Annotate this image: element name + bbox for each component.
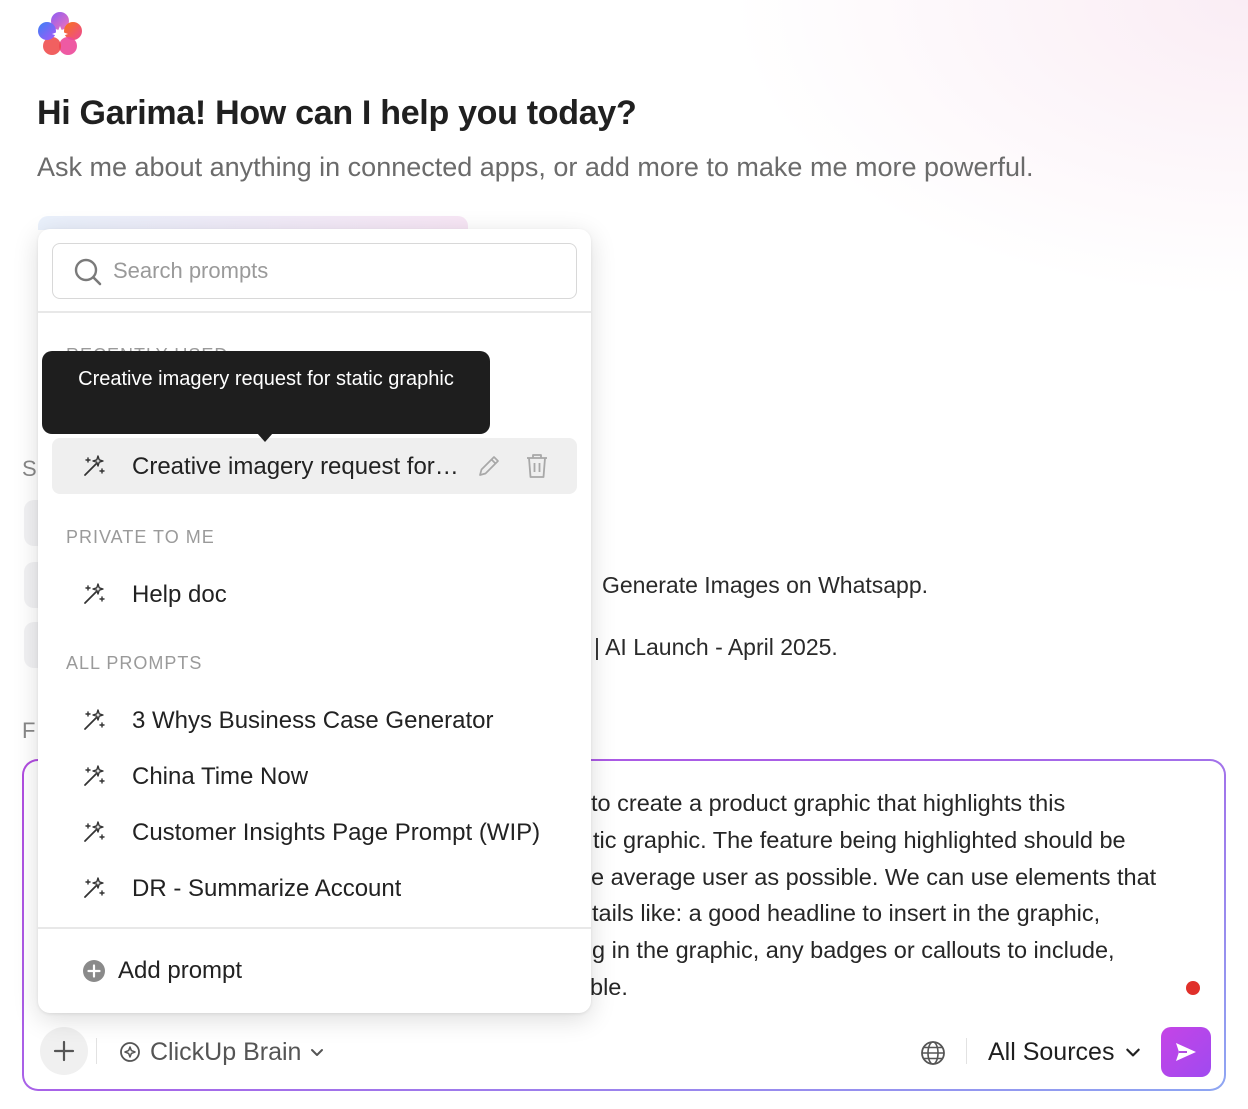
section-heading-fragment: F (22, 718, 36, 743)
message-line: tic graphic. The feature being highlight… (593, 826, 1126, 853)
prompt-item-label: DR - Summarize Account (132, 875, 402, 902)
send-icon (1176, 1043, 1196, 1061)
model-selector-label: ClickUp Brain (150, 1037, 302, 1066)
section-all-prompts: ALL PROMPTS (66, 653, 203, 673)
recording-indicator (1186, 981, 1200, 995)
prompt-sparkle-icon (84, 765, 105, 786)
prompt-item-creative-imagery[interactable]: Creative imagery request for static grap… (52, 438, 577, 494)
prompt-search[interactable] (52, 243, 577, 299)
toolbar-divider (966, 1038, 967, 1064)
suggestion-text[interactable]: | AI Launch - April 2025. (594, 634, 838, 661)
prompt-item-label: Help doc (132, 581, 227, 608)
chevron-down-icon (311, 1049, 324, 1056)
add-prompt-label: Add prompt (118, 957, 243, 984)
prompt-item[interactable]: Customer Insights Page Prompt (WIP) (52, 804, 577, 860)
prompt-item-label: Customer Insights Page Prompt (WIP) (132, 819, 541, 846)
edit-pencil-icon[interactable] (476, 453, 502, 479)
trash-icon[interactable] (524, 452, 550, 480)
message-line: g in the graphic, any badges or callouts… (592, 937, 1115, 964)
sources-selector-label: All Sources (988, 1037, 1115, 1066)
message-line: to create a product graphic that highlig… (591, 790, 1066, 816)
tooltip-arrow (257, 433, 273, 442)
dropdown-divider (38, 311, 591, 313)
tab-strip-behind-dropdown (38, 216, 468, 230)
search-prompts-input[interactable] (113, 254, 553, 288)
sources-selector[interactable]: All Sources (988, 1037, 1142, 1067)
add-circle-icon (83, 960, 105, 982)
prompt-item-label: 3 Whys Business Case Generator (132, 707, 494, 734)
add-prompt-button[interactable]: Add prompt (82, 956, 242, 986)
search-icon (74, 258, 102, 286)
prompt-tooltip: Creative imagery request for static grap… (42, 351, 490, 434)
message-line: e average user as possible. We can use e… (591, 863, 1157, 890)
suggestion-text[interactable]: Generate Images on Whatsapp. (602, 572, 928, 599)
prompt-sparkle-icon (84, 583, 105, 604)
prompt-item[interactable]: China Time Now (52, 748, 577, 804)
prompt-item-help-doc[interactable]: Help doc (52, 566, 577, 622)
greeting-title: Hi Garima! How can I help you today? (37, 94, 637, 132)
prompt-sparkle-icon (84, 821, 105, 842)
prompt-item-label: China Time Now (132, 763, 309, 790)
prompt-sparkle-icon (84, 877, 105, 898)
chevron-down-icon (1126, 1048, 1141, 1057)
prompt-item[interactable]: 3 Whys Business Case Generator (52, 692, 577, 748)
message-line: tails like: a good headline to insert in… (592, 900, 1101, 927)
model-selector[interactable]: ClickUp Brain (118, 1037, 325, 1067)
prompt-sparkle-icon (84, 709, 105, 730)
section-private-to-me: PRIVATE TO ME (66, 527, 215, 547)
send-button[interactable] (1161, 1027, 1211, 1077)
background-glow (728, 0, 1248, 300)
message-line: ble. (590, 973, 628, 1000)
prompts-dropdown: RECENTLY USED Creative imagery request f… (38, 229, 591, 1013)
add-attachment-button[interactable] (40, 1027, 88, 1075)
section-heading-fragment: S (22, 456, 37, 481)
globe-icon[interactable] (920, 1040, 946, 1066)
toolbar-divider (96, 1038, 97, 1064)
dropdown-divider (38, 927, 591, 929)
prompt-item-label: Creative imagery request for static grap… (132, 453, 462, 480)
brain-gear-icon (120, 1042, 140, 1062)
prompt-sparkle-icon (84, 455, 105, 476)
plus-icon (53, 1040, 75, 1062)
prompt-item[interactable]: DR - Summarize Account (52, 860, 577, 916)
clickup-brain-logo (38, 12, 82, 55)
greeting-subtitle: Ask me about anything in connected apps,… (37, 152, 1034, 182)
